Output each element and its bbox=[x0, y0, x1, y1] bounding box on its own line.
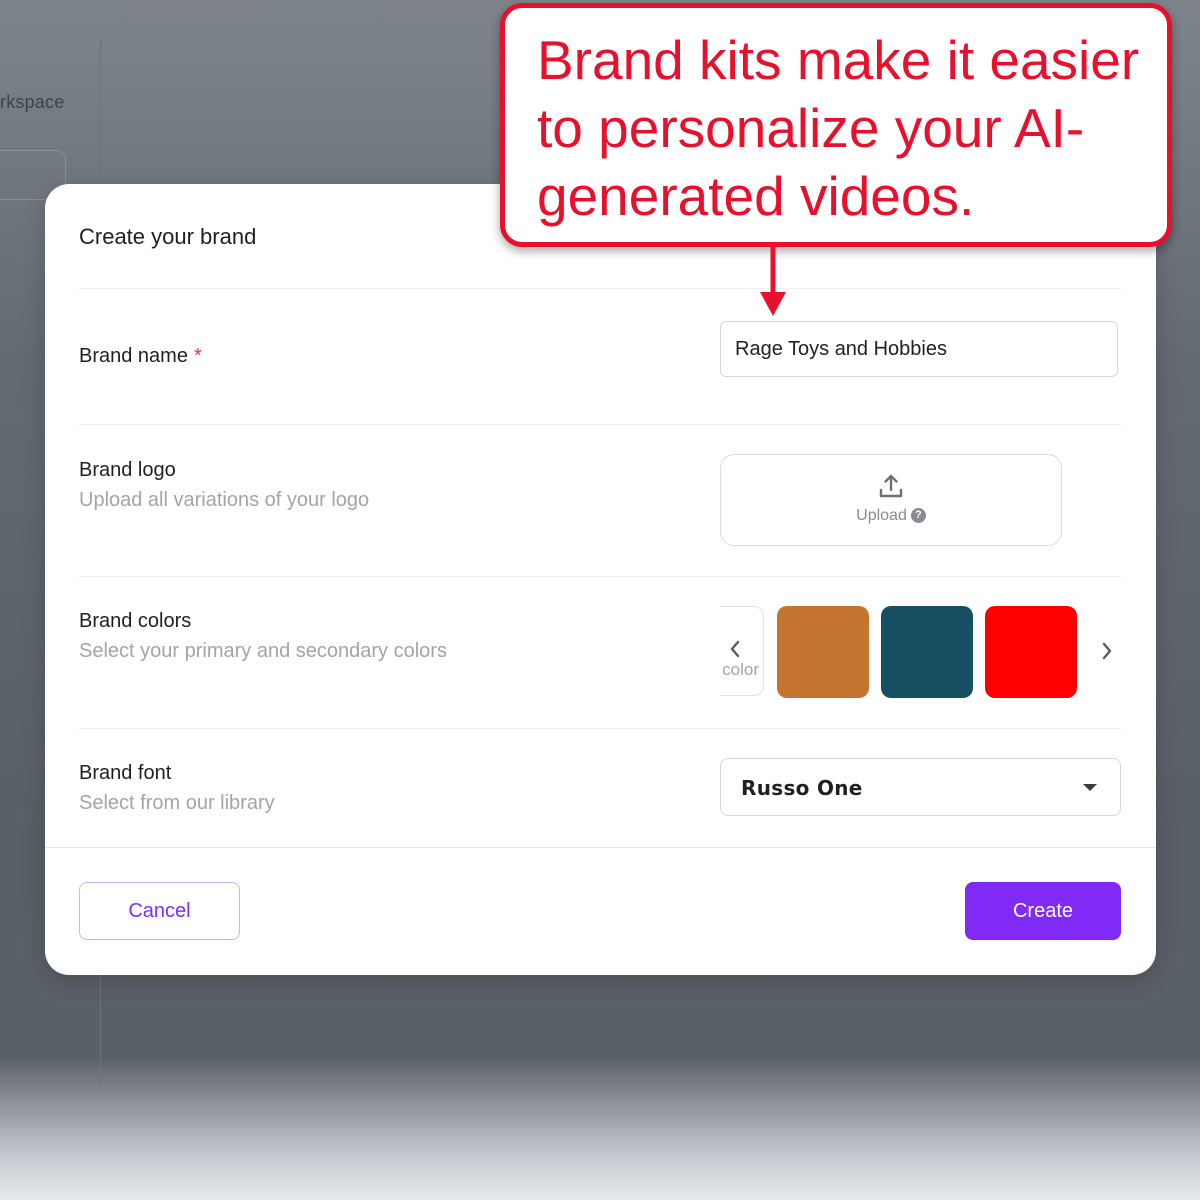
brand-name-label: Brand name * bbox=[79, 345, 202, 368]
divider bbox=[79, 728, 1121, 729]
modal-title: Create your brand bbox=[79, 224, 257, 249]
annotation-callout: Brand kits make it easier to personalize… bbox=[500, 3, 1172, 247]
brand-name-label-text: Brand name bbox=[79, 345, 188, 367]
logo-upload-dropzone[interactable]: Upload? bbox=[720, 454, 1062, 546]
color-carousel: color bbox=[720, 605, 1090, 699]
font-select[interactable]: Russo One bbox=[720, 758, 1121, 816]
chevron-left-icon[interactable] bbox=[728, 639, 742, 664]
callout-text: Brand kits make it easier to personalize… bbox=[537, 29, 1140, 227]
create-button[interactable]: Create bbox=[965, 882, 1121, 940]
brand-logo-subtitle: Upload all variations of your logo bbox=[79, 489, 370, 511]
footer-divider bbox=[45, 847, 1156, 848]
brand-colors-subtitle: Select your primary and secondary colors bbox=[79, 640, 447, 662]
brand-font-label: Brand font bbox=[79, 762, 172, 784]
divider bbox=[79, 576, 1121, 577]
upload-label: Upload? bbox=[721, 507, 1061, 525]
brand-name-input[interactable] bbox=[720, 321, 1118, 377]
divider bbox=[79, 424, 1121, 425]
arrow-down-icon bbox=[756, 245, 790, 325]
color-swatch[interactable] bbox=[985, 606, 1077, 698]
color-swatch[interactable] bbox=[777, 606, 869, 698]
divider bbox=[79, 288, 1121, 289]
upload-icon bbox=[878, 473, 904, 504]
color-swatch[interactable] bbox=[881, 606, 973, 698]
create-brand-modal: Create your brand Brand name* Brand logo… bbox=[45, 184, 1156, 975]
brand-font-subtitle: Select from our library bbox=[79, 792, 275, 814]
cancel-button[interactable]: Cancel bbox=[79, 882, 240, 940]
chevron-right-icon[interactable] bbox=[1100, 641, 1114, 666]
caret-down-icon bbox=[1083, 784, 1097, 791]
brand-logo-label: Brand logo bbox=[79, 459, 176, 481]
upload-label-text: Upload bbox=[856, 507, 907, 524]
font-select-value: Russo One bbox=[741, 776, 863, 800]
help-icon[interactable]: ? bbox=[910, 508, 926, 524]
add-color-tile[interactable]: color bbox=[720, 606, 764, 696]
required-mark: * bbox=[193, 345, 202, 367]
brand-colors-label: Brand colors bbox=[79, 610, 192, 632]
background-workspace-label: rkspace bbox=[0, 92, 65, 112]
